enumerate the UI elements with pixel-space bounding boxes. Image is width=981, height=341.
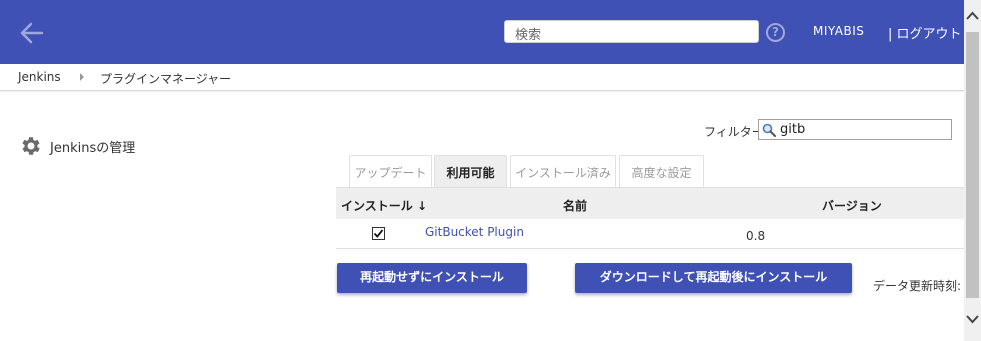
column-header-version[interactable]: バージョン [822,197,882,214]
top-header: 検索 ? MIYABIS | ログアウト [0,0,964,64]
table-row: GitBucket Plugin 0.8 [336,219,964,249]
back-arrow-icon[interactable] [18,19,46,47]
filter-input[interactable]: gitb [758,119,952,140]
tab-updates[interactable]: アップデート [349,155,432,187]
plugin-name-link[interactable]: GitBucket Plugin [425,225,524,239]
chevron-up-icon[interactable] [964,0,981,30]
download-and-restart-button[interactable]: ダウンロードして再起動後にインストール [575,263,852,293]
breadcrumb-item-plugin-manager[interactable]: プラグインマネージャー [100,70,231,87]
gear-icon [19,134,43,158]
table-header: インストール ↓ 名前 バージョン [336,187,964,219]
sidebar-item-label: Jenkinsの管理 [50,141,136,156]
install-checkbox[interactable] [372,227,385,240]
breadcrumb-separator-icon[interactable] [80,73,84,81]
breadcrumb: Jenkins プラグインマネージャー [0,64,964,91]
vertical-scrollbar[interactable] [964,0,981,341]
plugin-table: インストール ↓ 名前 バージョン GitBucket Plugin 0.8 [336,187,964,249]
user-link[interactable]: MIYABIS [813,24,864,38]
column-header-install[interactable]: インストール ↓ [341,197,427,214]
chevron-down-icon[interactable] [964,308,981,338]
logout-link[interactable]: | ログアウト [888,23,962,42]
tab-installed[interactable]: インストール済み [510,155,616,187]
install-without-restart-button[interactable]: 再起動せずにインストール [337,263,527,293]
update-time-text: データ更新時刻: 19 [873,279,964,293]
search-input[interactable]: 検索 [504,20,759,43]
search-icon [762,123,776,137]
plugin-version: 0.8 [746,229,766,243]
filter-value: gitb [780,122,806,137]
tab-advanced[interactable]: 高度な設定 [619,155,704,187]
breadcrumb-item-jenkins[interactable]: Jenkins [18,70,61,84]
tab-available[interactable]: 利用可能 [434,155,507,187]
scrollbar-thumb[interactable] [966,32,979,298]
help-icon[interactable]: ? [766,23,785,42]
column-header-name[interactable]: 名前 [563,197,587,214]
